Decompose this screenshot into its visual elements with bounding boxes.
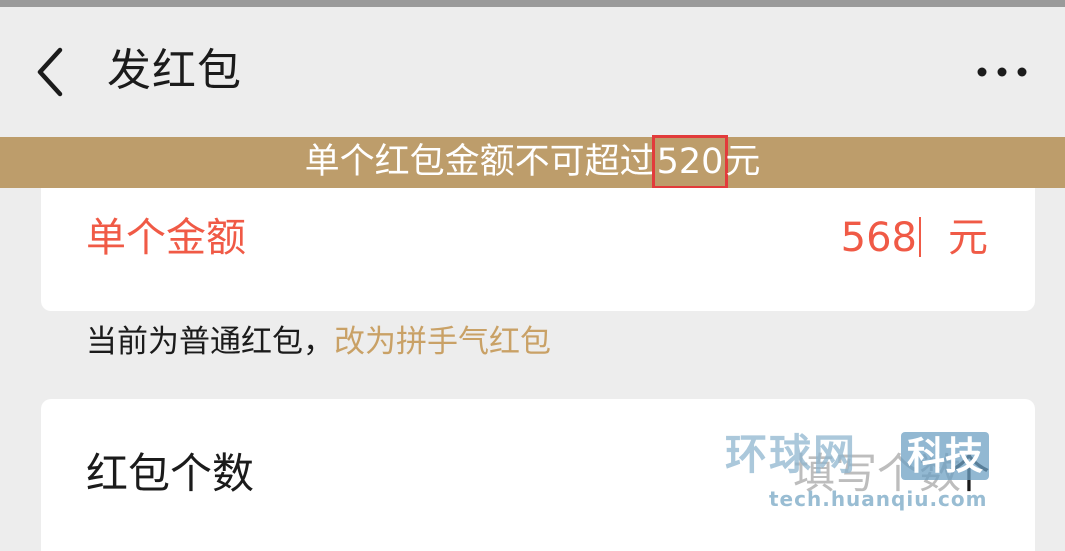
more-dots-icon: [977, 67, 1027, 77]
navigation-bar: 发红包: [0, 7, 1065, 137]
chevron-left-icon: [37, 47, 63, 97]
count-label: 红包个数: [86, 449, 255, 498]
amount-input[interactable]: 568: [741, 210, 921, 266]
count-unit: 个: [948, 449, 991, 498]
amount-unit: 元: [948, 215, 988, 261]
banner-text-before: 单个红包金额不可超过: [304, 142, 655, 182]
status-bar-strip: [0, 0, 1065, 7]
packet-type-hint: 当前为普通红包，改为拼手气红包: [86, 318, 551, 366]
amount-value: 568: [840, 215, 917, 261]
limit-warning-banner: 单个红包金额不可超过520元: [0, 135, 1065, 189]
switch-to-lucky-packet-link[interactable]: 改为拼手气红包: [334, 324, 551, 360]
amount-label: 单个金额: [86, 215, 246, 261]
limit-value-highlight: 520: [651, 135, 729, 189]
hint-text: 当前为普通红包，: [86, 324, 334, 360]
text-caret: [919, 217, 921, 257]
banner-text-after: 元: [725, 142, 761, 182]
count-card: 红包个数 填写个数 个: [41, 399, 1035, 551]
count-input[interactable]: 填写个数: [661, 445, 961, 503]
more-button[interactable]: [970, 52, 1034, 92]
red-packet-page: 发红包 单个红包金额不可超过520元 单个金额 568 元 当前为普通红包，改为…: [0, 0, 1065, 551]
amount-card: 单个金额 568 元: [41, 188, 1035, 311]
back-button[interactable]: [26, 42, 76, 102]
page-title: 发红包: [107, 45, 242, 96]
